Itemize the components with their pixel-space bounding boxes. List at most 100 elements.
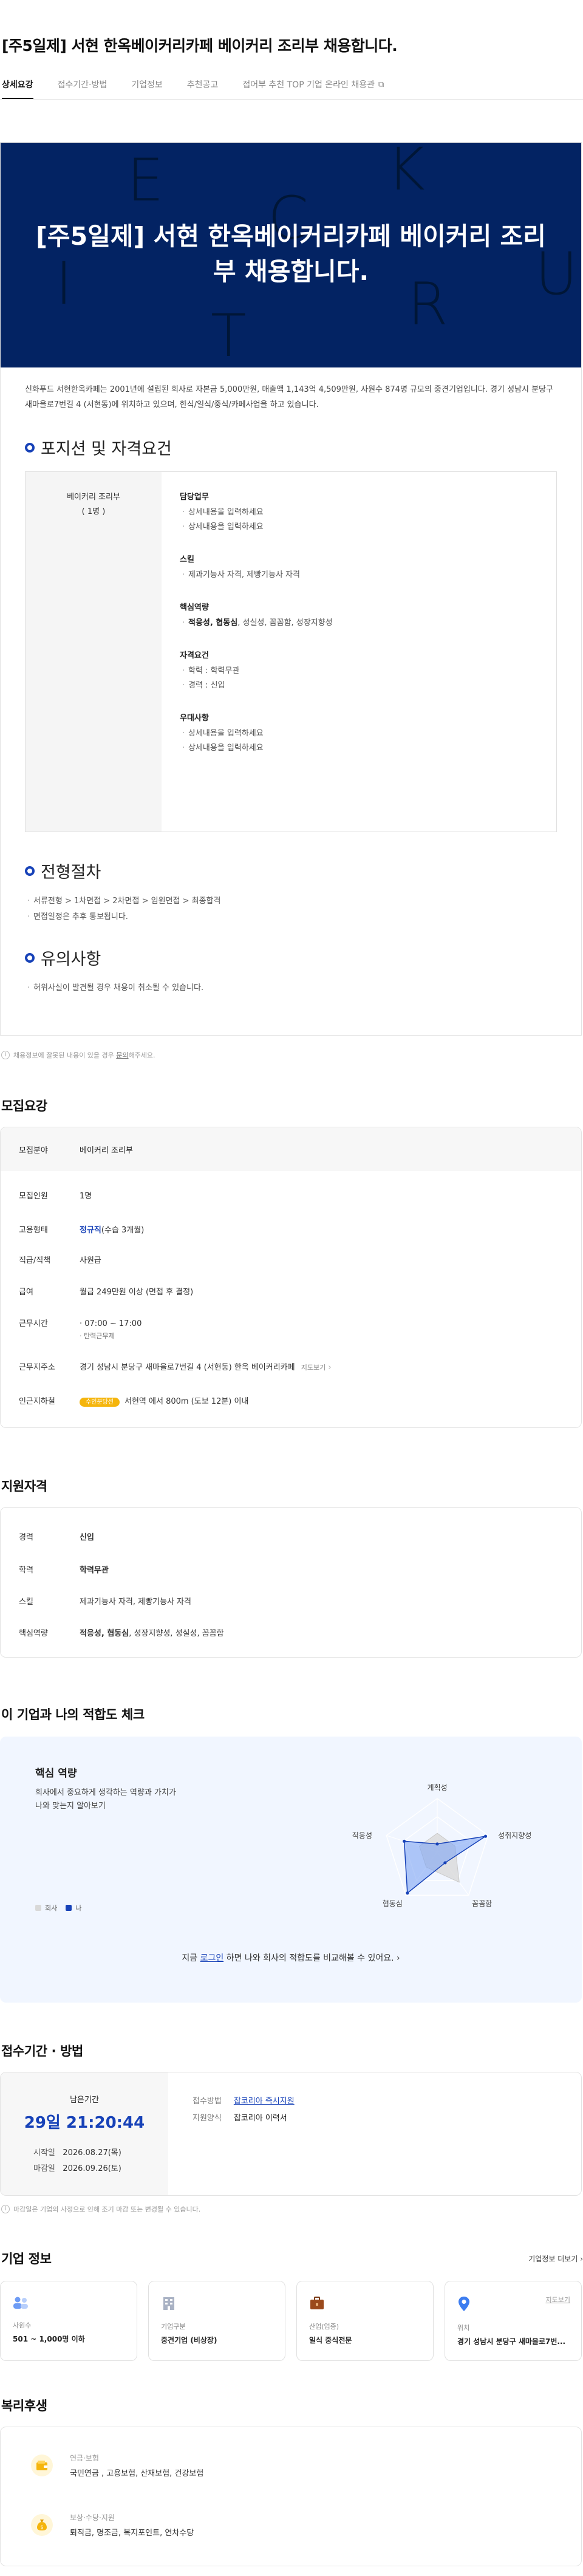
banner-title: [주5일제] 서현 한옥베이커리카페 베이커리 조리부 채용합니다. [36,222,546,286]
work-time: · 07:00 ~ 17:00 [80,1319,142,1328]
welfare-card: 연금·보험 국민연금 , 고용보험, 산재보험, 건강보험 $ 보상·수당·지원 퇴… [0,2427,582,2566]
map-link[interactable]: 지도보기 [301,1364,326,1372]
list-item: 상세내용을 입력하세요 [180,520,556,535]
login-link[interactable]: 로그인 [200,1953,224,1963]
company-cards: 사원수 501 ~ 1,000명 이하 기업구분 중견기업 (비상장) 산업(업… [0,2281,583,2361]
row-value: 서현역 에서 800m (도보 12분) 이내 [124,1397,249,1406]
start-label: 시작일 [33,2148,55,2157]
method-panel: 접수방법 잡코리아 즉시지원 지원양식 잡코리아 이력서 [168,2072,295,2195]
tab-label: 기업정보 [131,80,163,90]
recruit-row-address: 근무지주소 경기 성남시 분당구 새마을로7번길 4 (서현동) 한옥 베이커리카… [1,1362,350,1374]
wallet-icon [31,2455,53,2476]
more-label: 기업정보 더보기 [528,2254,578,2263]
row-value: 베이커리 조리부 [80,1146,133,1155]
welfare-items: 퇴직금, 명조금, 복지포인트, 연차수당 [70,2529,194,2538]
banner-bg-letter: T [211,302,247,367]
subway-line-badge: 수인분당선 [80,1398,120,1407]
radar-axis-label: 계획성 [427,1783,447,1792]
cta-text: 지금 [182,1953,200,1963]
remain-label: 남은기간 [70,2096,99,2105]
tab-top-company[interactable]: 접어부 추천 TOP 기업 온라인 채용관 ⧉ [242,78,384,99]
company-card-type: 기업구분 중견기업 (비상장) [148,2281,285,2361]
row-key: 경력 [19,1533,33,1542]
cta-text: 하면 나와 회사의 적합도를 비교해볼 수 있어요. [223,1953,394,1963]
welfare-category: 연금·보험 [70,2454,99,2462]
tab-label: 접수기간·방법 [57,80,107,90]
location-pin-icon [459,2297,469,2311]
bullet-ring-icon [25,866,35,876]
svg-text:$: $ [40,2524,43,2530]
row-key: 인근지하철 [19,1397,55,1406]
form-label: 지원양식 [193,2114,222,2123]
row-value: 제과기능사 자격, 제빵기능사 자격 [80,1597,191,1607]
quick-apply-link[interactable]: 잡코리아 즉시지원 [234,2097,295,2106]
radar-axis-label: 꼼꼼함 [472,1899,492,1908]
recruit-row-subway: 인근지하철 수인분당선 서현역 에서 800m (도보 12분) 이내 [1,1396,267,1409]
row-value: 사원급 [80,1256,101,1265]
info-icon: i [1,1051,10,1059]
page-title: [주5일제] 서현 한옥베이커리카페 베이커리 조리부 채용합니다. [2,37,398,55]
list-item: 상세내용을 입력하세요 [180,505,556,520]
company-header: 기업 정보 기업정보 더보기 › [0,2249,583,2267]
welfare-row-insurance: 연금·보험국민연금 , 고용보험, 산재보험, 건강보험 [1,2453,234,2478]
company-more-link[interactable]: 기업정보 더보기 › [528,2253,583,2264]
map-link[interactable]: 지도보기 [546,2295,570,2304]
tab-apply-period[interactable]: 접수기간·방법 [58,78,107,99]
tab-recommended[interactable]: 추천공고 [187,78,219,99]
radar-me-point [406,1891,409,1895]
fit-desc: 회사에서 중요하게 생각하는 역량과 가치가 나와 맞는지 알아보기 [35,1786,176,1813]
report-link[interactable]: 문의 [116,1051,128,1059]
row-key: 근무지주소 [19,1363,55,1372]
card-value: 경기 성남시 분당구 새마을로7번... [457,2337,566,2346]
skill-group: 스킬 제과기능사 자격, 제빵기능사 자격 [180,553,556,583]
qualification-card: 경력 신입 학력 학력무관 스킬 제과기능사 자격, 제빵기능사 자격 핵심역량 적응성… [0,1507,582,1658]
list-item: 면접일정은 추후 통보됩니다. [25,909,581,925]
qual-row-skill: 스킬 제과기능사 자격, 제빵기능사 자격 [1,1596,210,1608]
row-key: 스킬 [19,1597,33,1607]
flex-work: · 탄력근무제 [80,1332,115,1340]
group-title: 핵심역량 [180,603,209,612]
card-label: 사원수 [13,2321,32,2329]
chevron-right-icon: › [328,1363,332,1372]
deadline-note: i 마감일은 기업의 사정으로 인해 조기 마감 또는 변경될 수 있습니다. [0,2204,583,2214]
qual-row-competency: 핵심역량 적응성, 협동심, 성장지향성, 성실성, 꼼꼼함 [1,1628,242,1640]
recruit-field-row: 모집분야 베이커리 조리부 [1,1127,581,1171]
end-date: 2026.09.26(토) [63,2164,121,2173]
welfare-items: 국민연금 , 고용보험, 산재보험, 건강보험 [70,2469,204,2478]
radar-me-point [435,1842,439,1846]
fit-desc-line: 회사에서 중요하게 생각하는 역량과 가치가 [35,1788,176,1797]
date-range: 시작일 2026.08.27(목) 마감일 2026.09.26(토) [33,2145,121,2177]
role-name: 베이커리 조리부 [67,493,120,502]
employment-type: 정규직 [80,1226,101,1235]
tab-detail[interactable]: 상세요강 [2,78,33,99]
tab-company-info[interactable]: 기업정보 [131,78,163,99]
key-competency: 적응성, 협동심 [80,1629,129,1638]
radar-me-point [483,1834,488,1838]
recruit-row-salary: 급여 월급 249만원 이상 (면접 후 결정) [1,1286,211,1299]
company-card-location: 지도보기 위치 경기 성남시 분당구 새마을로7번... [445,2281,582,2361]
note-text: 채용정보에 잘못된 내용이 있을 경우 [13,1051,117,1059]
card-value: 중견기업 (비상장) [161,2336,217,2345]
legend-swatch-me [66,1905,72,1911]
row-key: 핵심역량 [19,1629,48,1638]
info-icon: i [1,2205,10,2213]
radar-chart: 계획성성취지향성꼼꼼함 협동심 적응성 [352,1783,532,1908]
group-title: 스킬 [180,555,194,564]
fit-card-title: 핵심 역량 [35,1768,77,1780]
caution-list: 허위사실이 발견될 경우 채용이 취소될 수 있습니다. [1,980,581,996]
recruit-row-employment: 고용형태 정규직(수습 3개월) [1,1225,162,1237]
form-value: 잡코리아 이력서 [233,2114,287,2123]
group-title: 우대사항 [180,714,209,723]
key-competency: 적응성, 협동심 [188,618,238,627]
caution-heading: 유의사항 [1,946,581,969]
chevron-right-icon: › [397,1953,400,1963]
row-value: 경기 성남시 분당구 새마을로7번길 4 (서현동) 한옥 베이커리카페 [80,1363,295,1372]
money-bag-icon: $ [31,2514,53,2536]
start-date: 2026.08.27(목) [63,2148,121,2157]
list-item: 상세내용을 입력하세요 [180,741,556,756]
row-value: 월급 249만원 이상 (면접 후 결정) [80,1288,194,1297]
welfare-heading: 복리후생 [1,2399,47,2413]
legend-label-company: 회사 [45,1904,58,1912]
role-headcount: ( 1명 ) [81,507,106,516]
row-key: 근무시간 [19,1319,48,1328]
